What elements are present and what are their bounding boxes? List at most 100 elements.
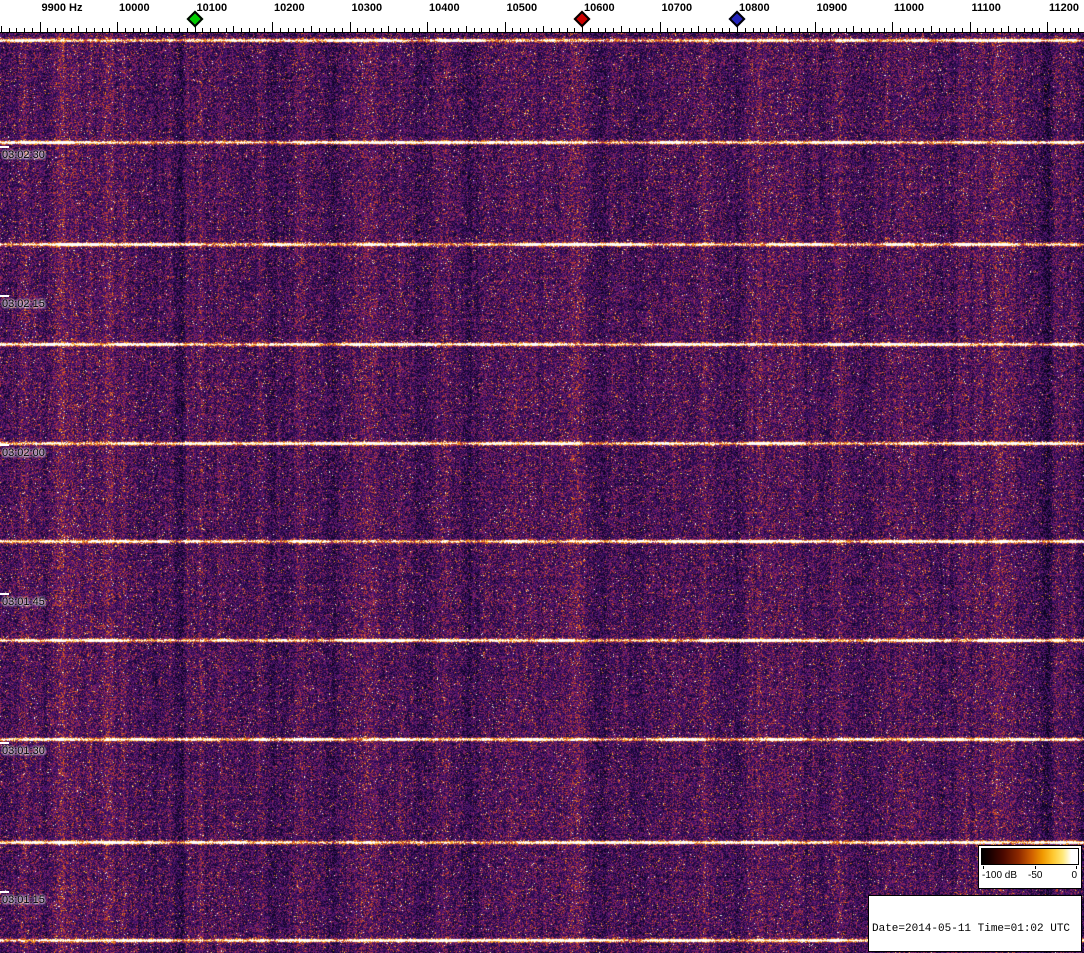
ruler-tick: [31, 28, 33, 32]
ruler-tick: [899, 28, 901, 32]
ruler-tick: [489, 28, 490, 32]
ruler-tick: [806, 28, 808, 32]
ruler-tick: [1023, 28, 1025, 32]
ruler-tick: [969, 22, 971, 32]
colorbar-gradient[interactable]: [981, 848, 1079, 865]
ruler-tick: [8, 28, 10, 32]
ruler-tick: [155, 26, 157, 32]
ruler-tick: [388, 26, 390, 32]
ruler-tick: [1039, 28, 1041, 32]
ruler-tick: [651, 28, 653, 32]
ruler-tick: [915, 28, 917, 32]
ruler-tick: [1016, 28, 1017, 32]
ruler-tick: [318, 28, 320, 32]
ruler-tick: [520, 28, 521, 32]
ruler-tick: [427, 22, 428, 32]
ruler-tick: [566, 28, 568, 32]
time-label: 03:01:45: [2, 596, 45, 608]
ruler-tick: [295, 28, 297, 32]
ruler-tick: [124, 28, 126, 32]
ruler-tick: [109, 28, 111, 32]
ruler-tick: [791, 28, 793, 32]
ruler-tick: [613, 28, 614, 32]
colorbar-tick: [1076, 866, 1077, 869]
spectrogram-screen: 9900 Hz 10000 10100 10200 10300 10400 10500 106…: [0, 0, 1084, 953]
ruler-tick: [334, 28, 335, 32]
ruler-tick: [186, 28, 188, 32]
ruler-tick: [256, 28, 258, 32]
ruler-tick: [892, 22, 893, 32]
ruler-tick: [47, 28, 49, 32]
frequency-ruler[interactable]: 9900 Hz 10000 10100 10200 10300 10400 10500 106…: [0, 0, 1084, 33]
freq-tick-label: 11100: [971, 2, 1001, 14]
ruler-tick: [233, 26, 235, 32]
ruler-tick: [783, 28, 785, 32]
ruler-tick: [636, 28, 638, 32]
ruler-tick: [760, 28, 762, 32]
time-tick: [0, 742, 9, 744]
ruler-tick: [465, 26, 467, 32]
ruler-tick: [946, 28, 948, 32]
ruler-tick: [1047, 22, 1048, 32]
ruler-tick: [248, 28, 250, 32]
ruler-tick: [837, 28, 839, 32]
ruler-tick: [512, 28, 514, 32]
ruler-tick: [907, 28, 909, 32]
ruler-tick: [303, 28, 304, 32]
ruler-tick: [992, 28, 994, 32]
ruler-tick: [179, 28, 180, 32]
ruler-tick: [210, 28, 211, 32]
ruler-tick: [372, 28, 374, 32]
colorbar-tick: [983, 866, 984, 869]
ruler-tick: [403, 28, 405, 32]
ruler-tick: [543, 26, 545, 32]
ruler-tick: [241, 28, 242, 32]
ruler-tick: [729, 28, 731, 32]
ruler-tick: [1070, 28, 1072, 32]
ruler-tick: [411, 28, 413, 32]
freq-tick-label: 10400: [429, 2, 460, 14]
freq-tick-label: 11000: [894, 2, 924, 14]
colorbar: -100 dB -50 0: [978, 845, 1082, 889]
ruler-tick: [310, 26, 312, 32]
waterfall-canvas[interactable]: [0, 33, 1084, 953]
ruler-tick: [473, 28, 475, 32]
time-tick: [0, 295, 9, 297]
ruler-tick: [845, 28, 847, 32]
ruler-tick: [264, 28, 266, 32]
ruler-tick: [39, 22, 41, 32]
colorbar-label-mid: -50: [1028, 870, 1043, 881]
ruler-tick: [24, 28, 25, 32]
time-tick: [0, 593, 9, 595]
ruler-tick: [830, 28, 831, 32]
ruler-tick: [55, 28, 56, 32]
ruler-tick: [504, 22, 506, 32]
ruler-tick: [713, 28, 715, 32]
ruler-tick: [132, 28, 134, 32]
ruler-tick: [225, 28, 227, 32]
ruler-tick: [527, 28, 529, 32]
ruler-tick: [434, 28, 436, 32]
ruler-tick: [86, 28, 87, 32]
freq-tick-label: 10800: [739, 2, 770, 14]
ruler-tick: [706, 28, 707, 32]
info-line-date: Date=2014-05-11 Time=01:02 UTC: [872, 923, 1071, 935]
ruler-tick: [419, 28, 421, 32]
ruler-tick: [1062, 28, 1064, 32]
time-tick: [0, 444, 9, 446]
ruler-tick: [930, 26, 932, 32]
time-label: 03:01:15: [2, 894, 45, 906]
ruler-tick: [558, 28, 560, 32]
ruler-tick: [341, 28, 343, 32]
freq-tick-label: 10700: [661, 2, 693, 14]
time-tick: [0, 146, 9, 148]
ruler-tick: [1000, 28, 1002, 32]
time-label: 03:02:30: [2, 149, 45, 161]
ruler-tick: [481, 28, 483, 32]
ruler-tick: [396, 28, 397, 32]
ruler-tick: [101, 28, 103, 32]
ruler-tick: [659, 22, 661, 32]
ruler-tick: [884, 28, 886, 32]
ruler-tick: [0, 26, 2, 32]
ruler-tick: [868, 28, 870, 32]
